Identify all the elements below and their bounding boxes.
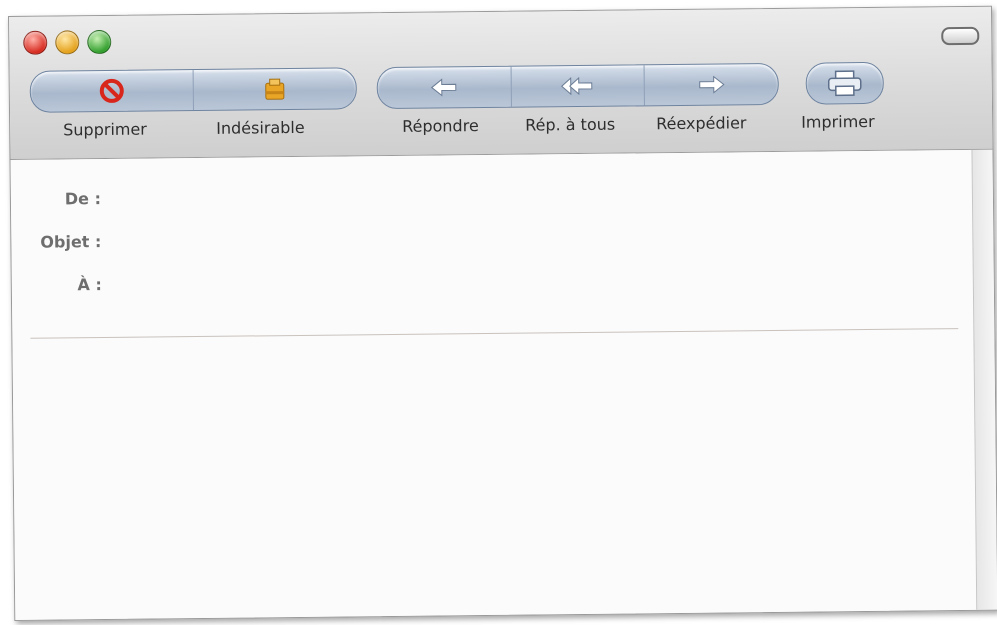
reply-all-arrow-icon xyxy=(561,76,593,96)
reply-all-label[interactable]: Rép. à tous xyxy=(525,115,615,135)
reply-button[interactable] xyxy=(377,66,512,109)
forward-button[interactable] xyxy=(645,64,778,105)
toolbar-toggle-icon[interactable] xyxy=(941,26,980,46)
no-entry-icon xyxy=(99,78,124,103)
subject-label: Objet : xyxy=(40,232,102,252)
delete-button[interactable] xyxy=(30,70,194,112)
print-group xyxy=(805,61,884,105)
from-label: De : xyxy=(64,189,102,209)
toolbar: Supprimer Indésirable Répondre Rép. à to… xyxy=(9,6,993,160)
message-body[interactable] xyxy=(12,332,977,620)
toolbar-labels: Supprimer Indésirable Répondre Rép. à to… xyxy=(10,111,992,145)
vertical-scrollbar[interactable] xyxy=(971,149,997,610)
window-controls xyxy=(23,29,112,55)
minimize-icon[interactable] xyxy=(55,30,80,55)
delete-label[interactable]: Supprimer xyxy=(63,120,147,140)
to-label: À : xyxy=(77,275,102,295)
zoom-icon[interactable] xyxy=(87,29,112,55)
mail-window: Supprimer Indésirable Répondre Rép. à to… xyxy=(8,5,997,621)
junk-bag-icon xyxy=(265,78,285,100)
reply-arrow-icon xyxy=(431,78,457,97)
print-label[interactable]: Imprimer xyxy=(801,112,875,132)
forward-label[interactable]: Réexpédier xyxy=(656,113,746,133)
junk-button[interactable] xyxy=(194,68,356,110)
reply-label[interactable]: Répondre xyxy=(402,116,479,136)
delete-junk-group xyxy=(29,67,357,113)
junk-label[interactable]: Indésirable xyxy=(216,118,305,138)
message-content: De : Objet : À : xyxy=(10,149,978,620)
reply-group xyxy=(376,62,779,110)
reply-all-button[interactable] xyxy=(511,65,646,107)
printer-icon xyxy=(827,70,862,97)
forward-arrow-icon xyxy=(698,75,725,94)
close-icon[interactable] xyxy=(23,30,48,55)
print-button[interactable] xyxy=(807,63,883,104)
